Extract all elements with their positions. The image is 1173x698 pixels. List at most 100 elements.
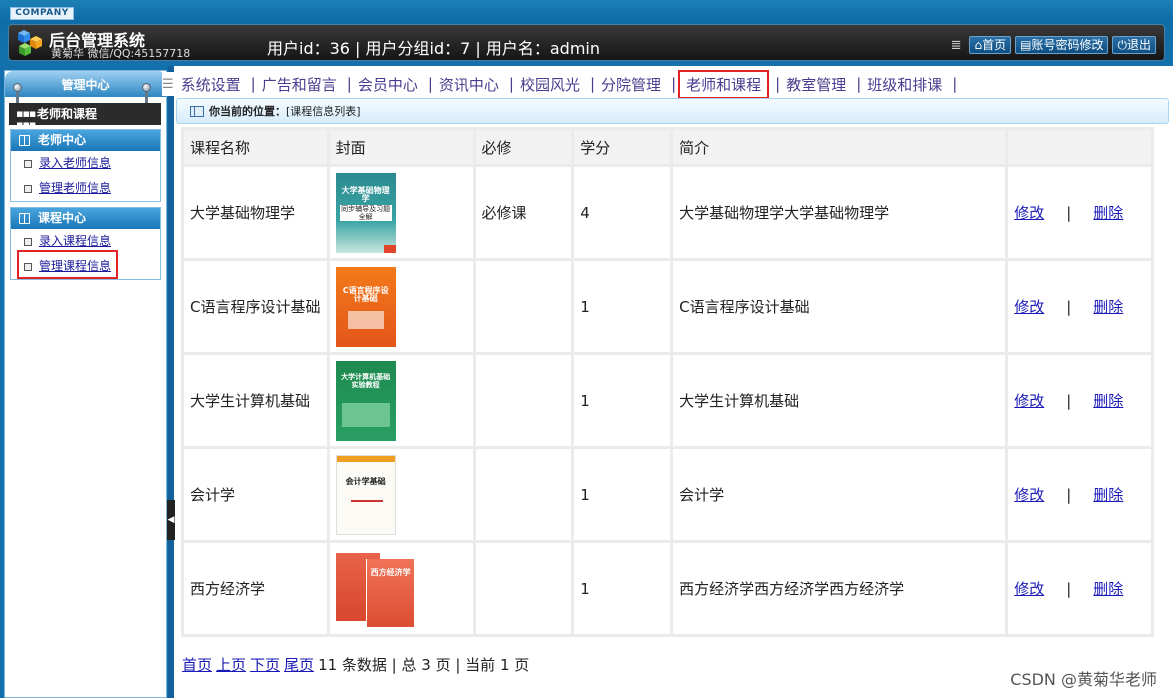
nav-item-teachers-courses[interactable]: 老师和课程	[678, 69, 770, 99]
course-credit: 1	[574, 449, 671, 540]
app-subtitle: 黄菊华 微信/QQ:45157718	[51, 47, 191, 60]
course-intro: 大学生计算机基础	[673, 355, 1006, 446]
table-row: 大学生计算机基础 大学计算机基础实验教程 1 大学生计算机基础 修改 | 删除	[184, 355, 1151, 446]
company-logo: COMPANY	[10, 7, 74, 20]
sidebar-item-manage-teacher[interactable]: 管理老师信息	[11, 176, 160, 201]
top-nav: ☰ 系统设置 | 广告和留言 | 会员中心 | 资讯中心 | 校园风光 | 分院管理 | 老…	[162, 69, 1173, 99]
table-row: 西方经济学 西方经济学 1 西方经济学西方经济学西方经济学 修改 | 删除	[184, 543, 1151, 634]
sidebar-group-title[interactable]: 老师中心	[11, 130, 160, 151]
row-actions: 修改 | 删除	[1008, 355, 1151, 446]
last-page-link[interactable]: 尾页	[284, 656, 314, 674]
edit-link[interactable]: 修改	[1014, 580, 1044, 598]
course-required: 必修课	[475, 167, 572, 258]
column-header: 学分	[574, 130, 671, 164]
next-page-link[interactable]: 下页	[250, 656, 280, 674]
logout-button[interactable]: ⏻退出	[1112, 36, 1156, 54]
course-required	[475, 261, 572, 352]
course-cover: 大学基础物理学 同步辅导及习题全解	[329, 167, 473, 258]
prev-page-link[interactable]: 上页	[216, 656, 246, 674]
menu-icon: ☰	[162, 76, 174, 92]
doc-icon	[24, 185, 32, 193]
table-row: C语言程序设计基础 C语言程序设计基础 1 C语言程序设计基础 修改 | 删除	[184, 261, 1151, 352]
header-actions: ≣ ⌂首页 ▤账号密码修改 ⏻退出	[951, 36, 1156, 54]
course-cover-image: 大学计算机基础实验教程	[335, 360, 396, 441]
delete-link[interactable]: 删除	[1093, 580, 1123, 598]
delete-link[interactable]: 删除	[1093, 298, 1123, 316]
pin-icon	[13, 83, 22, 106]
sidebar: 管理中心 ▪▪▪ ▪▪▪ 老师和课程 老师中心 录入老师信息 管理老师信息 课程中…	[0, 66, 171, 698]
row-actions: 修改 | 删除	[1008, 543, 1151, 634]
edit-link[interactable]: 修改	[1014, 392, 1044, 410]
course-cover-image: 会计学基础	[335, 454, 396, 535]
collapse-sidebar-icon[interactable]: ◀	[167, 500, 175, 540]
pagination: 首页 上页 下页 尾页 11 条数据 | 总 3 页 | 当前 1 页	[182, 654, 529, 675]
nav-item-system[interactable]: 系统设置	[175, 74, 251, 95]
course-cover: C语言程序设计基础	[329, 261, 473, 352]
delete-link[interactable]: 删除	[1093, 392, 1123, 410]
change-password-button[interactable]: ▤账号密码修改	[1015, 36, 1109, 54]
table-row: 大学基础物理学 大学基础物理学 同步辅导及习题全解 必修课 4 大学基础物理学大…	[184, 167, 1151, 258]
nav-item-classrooms[interactable]: 教室管理	[780, 74, 856, 95]
main-content: 你当前的位置：[课程信息列表] 课程名称 封面 必修 学分 简介 大学基础物理学…	[176, 98, 1169, 698]
course-cover: 西方经济学	[329, 543, 473, 634]
cubes-logo-icon	[18, 30, 42, 56]
course-credit: 1	[574, 543, 671, 634]
course-name: 西方经济学	[184, 543, 327, 634]
course-required	[475, 449, 572, 540]
breadcrumb: 你当前的位置：[课程信息列表]	[176, 98, 1169, 124]
nav-item-news[interactable]: 资讯中心	[433, 74, 509, 95]
course-credit: 1	[574, 355, 671, 446]
nav-item-campus[interactable]: 校园风光	[514, 74, 590, 95]
book-icon	[19, 213, 30, 224]
course-required	[475, 355, 572, 446]
nav-item-branches[interactable]: 分院管理	[595, 74, 671, 95]
nav-item-classes[interactable]: 班级和排课	[861, 74, 952, 95]
pin-icon	[142, 83, 151, 106]
doc-icon	[24, 238, 32, 246]
course-cover: 会计学基础	[329, 449, 473, 540]
user-info: 用户id：36 | 用户分组id：7 | 用户名：admin	[267, 39, 601, 58]
doc-icon	[24, 160, 32, 168]
course-cover: 大学计算机基础实验教程	[329, 355, 473, 446]
first-page-link[interactable]: 首页	[182, 656, 212, 674]
watermark: CSDN @黄菊华老师	[1010, 670, 1157, 689]
course-intro: C语言程序设计基础	[673, 261, 1006, 352]
home-button[interactable]: ⌂首页	[969, 36, 1012, 54]
column-header	[1008, 130, 1151, 164]
course-intro: 西方经济学西方经济学西方经济学	[673, 543, 1006, 634]
course-name: 大学基础物理学	[184, 167, 327, 258]
highlight-box	[17, 250, 118, 279]
course-credit: 1	[574, 261, 671, 352]
sidebar-group-teacher: 老师中心 录入老师信息 管理老师信息	[10, 129, 161, 202]
edit-link[interactable]: 修改	[1014, 298, 1044, 316]
edit-link[interactable]: 修改	[1014, 486, 1044, 504]
course-intro: 大学基础物理学大学基础物理学	[673, 167, 1006, 258]
nav-item-members[interactable]: 会员中心	[352, 74, 428, 95]
grid-icon: ▪▪▪ ▪▪▪	[16, 107, 36, 131]
row-actions: 修改 | 删除	[1008, 167, 1151, 258]
sidebar-panel: 管理中心 ▪▪▪ ▪▪▪ 老师和课程 老师中心 录入老师信息 管理老师信息 课程中…	[4, 70, 167, 698]
course-cover-image: 大学基础物理学 同步辅导及习题全解	[335, 172, 396, 253]
sidebar-group-title[interactable]: 课程中心	[11, 208, 160, 229]
table-header-row: 课程名称 封面 必修 学分 简介	[184, 130, 1151, 164]
book-icon	[19, 135, 30, 146]
list-icon: ≣	[950, 37, 962, 53]
nav-item-ads[interactable]: 广告和留言	[256, 74, 347, 95]
course-table: 课程名称 封面 必修 学分 简介 大学基础物理学 大学基础物理学 同步辅导及习题…	[181, 127, 1154, 637]
course-cover-image: C语言程序设计基础	[335, 266, 396, 347]
course-name: C语言程序设计基础	[184, 261, 327, 352]
header-bar: 后台管理系统 黄菊华 微信/QQ:45157718 用户id：36 | 用户分组…	[8, 24, 1165, 61]
book-icon	[190, 106, 204, 117]
sidebar-item-add-teacher[interactable]: 录入老师信息	[11, 151, 160, 176]
column-header: 必修	[475, 130, 572, 164]
edit-link[interactable]: 修改	[1014, 204, 1044, 222]
row-actions: 修改 | 删除	[1008, 449, 1151, 540]
column-header: 简介	[673, 130, 1006, 164]
app-header: COMPANY 后台管理系统 黄菊华 微信/QQ:45157718 用户id：3…	[0, 0, 1173, 66]
course-cover-image: 西方经济学	[335, 549, 418, 629]
delete-link[interactable]: 删除	[1093, 204, 1123, 222]
course-name: 大学生计算机基础	[184, 355, 327, 446]
delete-link[interactable]: 删除	[1093, 486, 1123, 504]
course-credit: 4	[574, 167, 671, 258]
column-header: 课程名称	[184, 130, 327, 164]
